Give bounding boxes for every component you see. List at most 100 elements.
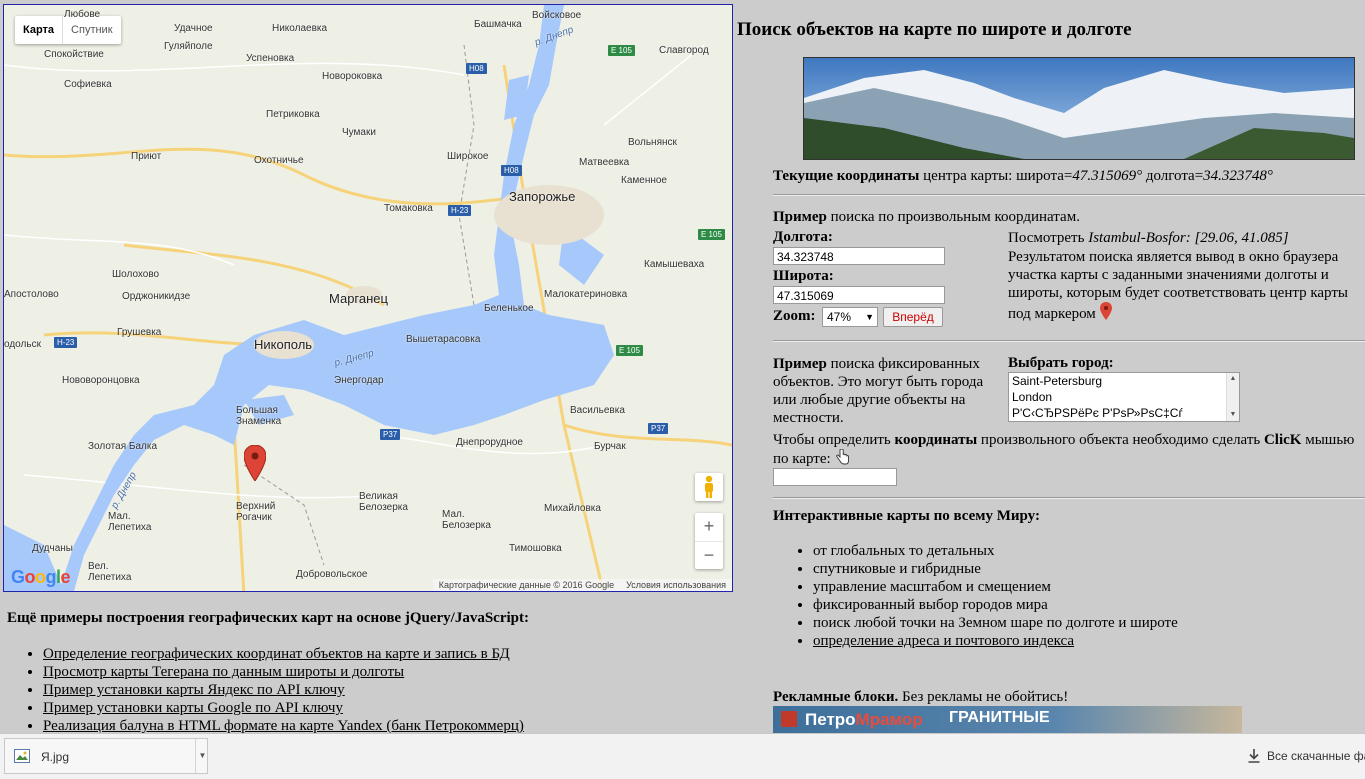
scroll-up-icon[interactable]: ▲ — [1227, 373, 1239, 385]
longitude-label: Долгота: — [773, 229, 833, 245]
map-type-map-button[interactable]: Карта — [15, 16, 62, 44]
example-link[interactable]: Пример установки карты Google по API клю… — [43, 700, 343, 716]
example-link[interactable]: Реализация балуна в HTML формате на карт… — [43, 718, 524, 734]
listbox-scrollbar[interactable]: ▲ ▼ — [1226, 373, 1239, 421]
mountain-banner-image — [803, 57, 1355, 160]
chevron-down-icon[interactable]: ▼ — [195, 739, 209, 773]
ads-heading: Рекламные блоки. Без рекламы не обойтись… — [773, 689, 1069, 705]
map-label: Золотая Балка — [88, 441, 158, 452]
road-shield: H08 — [501, 165, 522, 176]
current-coords-text: Текущие координаты центра карты: широта=… — [773, 168, 1273, 184]
map-label: Охотничье — [254, 155, 304, 166]
view-example-link[interactable]: Посмотреть Istambul-Bosfor: [29.06, 41.0… — [1008, 229, 1289, 247]
city-listbox[interactable]: Saint-Petersburg London Р'С‹СЂРЅРёРє Р'Р… — [1008, 372, 1240, 422]
road-shield: P37 — [380, 429, 401, 440]
map-label: Мал. Белозерка — [442, 509, 491, 531]
go-button[interactable]: Вперёд — [883, 307, 943, 327]
map-label: Каменное — [621, 175, 667, 186]
current-lat: 47.315069° — [1072, 168, 1143, 184]
map-label: Вышетарасовка — [406, 334, 481, 345]
road-shield: E 105 — [698, 229, 725, 240]
example-link[interactable]: Просмотр карты Тегерана по данным широты… — [43, 664, 404, 680]
download-icon — [1248, 749, 1260, 763]
example-link[interactable]: Пример установки карты Яндекс по API клю… — [43, 682, 345, 698]
longitude-input[interactable]: 34.323748 — [773, 247, 945, 265]
map-label: Добровольское — [296, 569, 368, 580]
list-item: Пример установки карты Google по API клю… — [43, 699, 524, 717]
map-label: Тимошовка — [509, 543, 562, 554]
map-label: Вел. Лепетиха — [88, 561, 132, 583]
zoom-in-button[interactable]: + — [695, 513, 723, 541]
map-label: Верхний Рогачик — [236, 501, 276, 523]
all-downloads-link[interactable]: Все скачанные фа — [1267, 749, 1365, 763]
fixed-example-text: Пример поиска фиксированных объектов. Эт… — [773, 356, 984, 426]
map-label: Мал. Лепетиха — [108, 511, 152, 533]
terms-link[interactable]: Условия использования — [626, 580, 726, 590]
zoom-label: Zoom: — [773, 308, 816, 324]
city-option[interactable]: Saint-Petersburg — [1012, 373, 1239, 389]
map-label: Славгород — [659, 45, 709, 56]
ad-logo-icon — [781, 711, 797, 727]
map-label: Дудчаны — [32, 543, 73, 554]
map-type-satellite-button[interactable]: Спутник — [62, 16, 120, 44]
map-label: Большая Знаменка — [236, 405, 282, 427]
more-examples-title: Ещё примеры построения географических ка… — [7, 610, 529, 626]
map-label: Широкое — [447, 151, 489, 162]
example-link[interactable]: Определение географических координат объ… — [43, 646, 510, 662]
features-list: от глобальных то детальных спутниковые и… — [773, 542, 1178, 650]
list-item: поиск любой точки на Земном шаре по долг… — [813, 614, 1178, 632]
interactive-maps-title: Интерактивные карты по всему Миру: — [773, 508, 1040, 524]
map-label: Нововоронцовка — [62, 375, 140, 386]
latitude-input[interactable]: 47.315069 — [773, 286, 945, 304]
click-coords-input[interactable] — [773, 468, 897, 486]
list-item: фиксированный выбор городов мира — [813, 596, 1178, 614]
zoom-out-button[interactable]: − — [695, 541, 723, 570]
list-item: определение адреса и почтового индекса — [813, 632, 1178, 650]
list-item: Просмотр карты Тегерана по данным широты… — [43, 663, 524, 681]
current-lon: 34.323748° — [1203, 168, 1273, 184]
map-label: Гуляйполе — [164, 41, 213, 52]
download-shelf: Я.jpg ▼ Все скачанные фа — [0, 733, 1365, 779]
list-item: Определение географических координат объ… — [43, 645, 524, 663]
map-marker-icon[interactable] — [244, 445, 266, 481]
road-shield: P37 — [648, 423, 669, 434]
road-shield: H08 — [466, 63, 487, 74]
map-label: Малокатериновка — [544, 289, 628, 300]
chevron-down-icon: ▼ — [865, 312, 874, 322]
zoom-select[interactable]: 47% ▼ — [822, 307, 878, 327]
map-data-credit: Картографические данные © 2016 Google — [438, 580, 615, 590]
map-label: Никополь — [254, 337, 313, 352]
map-label: Любове — [64, 9, 101, 20]
ad-brand: ПетроМрамор — [805, 710, 923, 729]
map-attribution: Картографические данные © 2016 Google Усл… — [432, 579, 732, 591]
image-file-icon — [14, 749, 30, 763]
map-label: Великая Белозерка — [359, 491, 408, 513]
divider — [773, 340, 1365, 342]
click-hint-text: Чтобы определить координаты произвольног… — [773, 432, 1355, 467]
scroll-down-icon[interactable]: ▼ — [1227, 409, 1239, 421]
map-label: Удачное — [174, 23, 213, 34]
road-shield: E 105 — [616, 345, 643, 356]
map-label: Грушевка — [117, 327, 162, 338]
city-option[interactable]: London — [1012, 389, 1239, 405]
map-label: Томаковка — [384, 203, 433, 214]
city-option[interactable]: Р'С‹СЂРЅРёРє Р'РѕР»РѕС‡Сѓ — [1012, 405, 1239, 421]
download-file-name: Я.jpg — [41, 750, 70, 764]
map-label: Войсковое — [532, 10, 582, 21]
map-label: Матвеевка — [579, 157, 630, 168]
map-label: Днепрорудное — [456, 437, 523, 448]
ad-banner[interactable]: ПетроМрамор ГРАНИТНЫЕ — [773, 706, 1242, 736]
map-label: Орджоникидзе — [122, 291, 191, 302]
map-label: Камышеваха — [644, 259, 705, 270]
map-label: Чумаки — [342, 127, 376, 138]
address-postcode-link[interactable]: определение адреса и почтового индекса — [813, 633, 1074, 649]
map-label: Энергодар — [334, 375, 384, 386]
list-item: Пример установки карты Яндекс по API клю… — [43, 681, 524, 699]
map-label: Запорожье — [509, 189, 576, 204]
map-label: Софиевка — [64, 79, 112, 90]
map-label: Марганец — [329, 291, 388, 306]
more-examples-list: Определение географических координат объ… — [3, 645, 524, 735]
street-view-pegman-icon[interactable] — [695, 473, 723, 501]
download-item[interactable]: Я.jpg ▼ — [4, 738, 208, 774]
map-canvas[interactable]: Карта Спутник Любове Удачное Гуляйполе С… — [3, 4, 733, 592]
